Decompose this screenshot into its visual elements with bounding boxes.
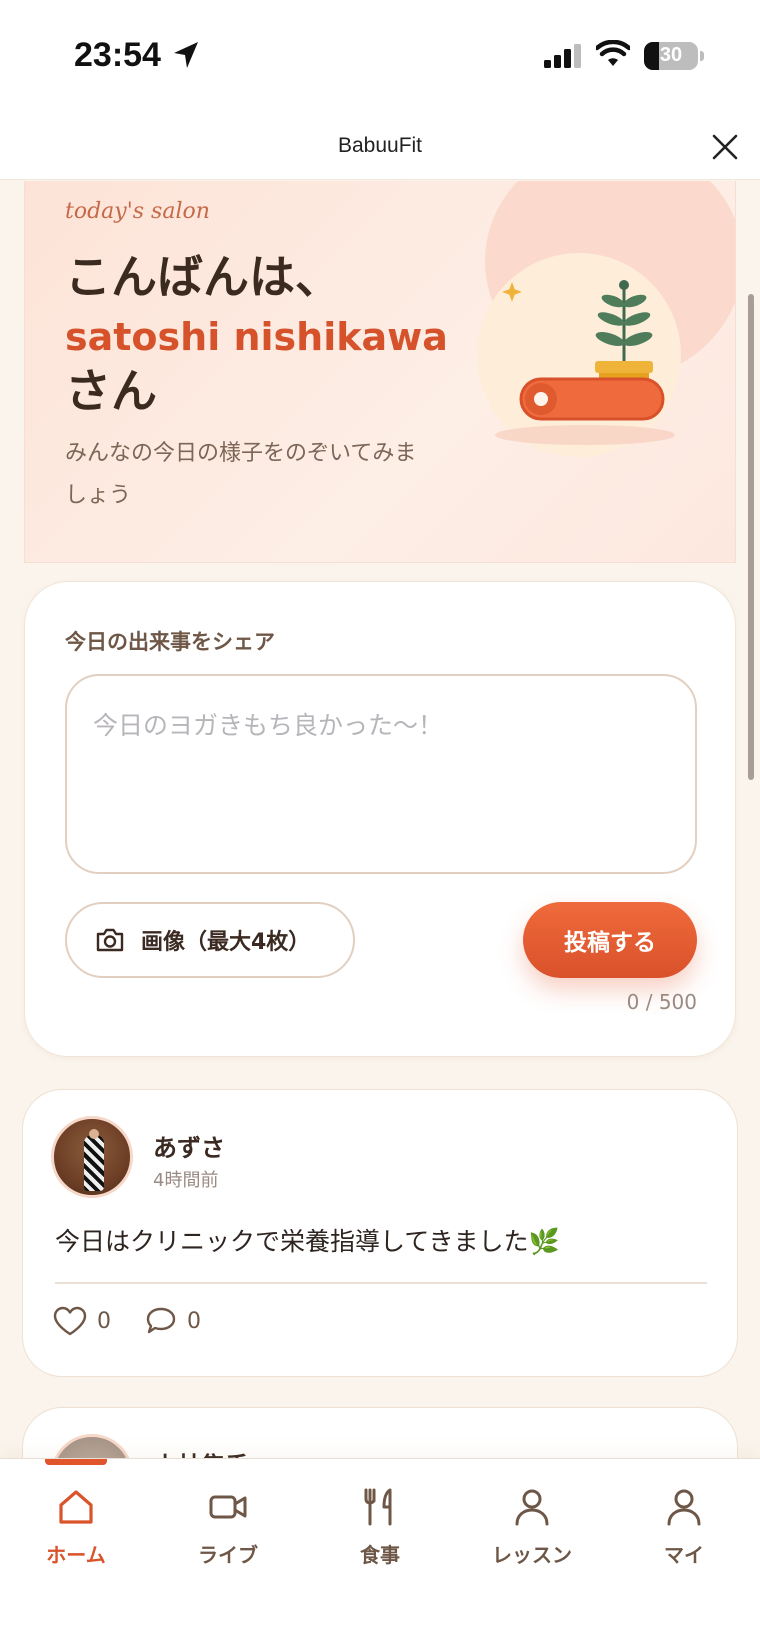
post-username[interactable]: あずさ <box>153 1128 225 1163</box>
like-button[interactable]: 0 <box>53 1306 111 1336</box>
hero-greeting: こんばんは、 <box>65 250 341 304</box>
compose-card: 今日の出来事をシェア 画像（最大4枚） 投稿する 0 / 500 <box>24 581 736 1057</box>
app-title: BabuuFit <box>337 134 423 157</box>
comment-icon <box>146 1307 176 1334</box>
char-count: 0 / 500 <box>626 990 697 1014</box>
tab-lessons[interactable]: レッスン <box>456 1485 608 1585</box>
hero-banner: today's salon こんばんは、 satoshi nishikawa さ… <box>24 181 736 563</box>
active-tab-indicator <box>45 1459 107 1465</box>
yoga-mat-plant-illustration <box>495 280 675 445</box>
tab-label: マイ <box>664 1543 704 1567</box>
tab-label: ライブ <box>198 1543 258 1567</box>
comment-button[interactable]: 0 <box>145 1306 201 1336</box>
location-arrow-icon <box>174 42 198 68</box>
home-icon <box>59 1490 93 1524</box>
video-icon <box>209 1495 247 1519</box>
bottom-tab-bar: ホーム ライブ 食事 レッスン マイ <box>0 1458 760 1648</box>
status-time: 23:54 <box>74 36 161 74</box>
wifi-icon <box>596 40 630 66</box>
avatar-head <box>89 1129 99 1139</box>
comment-count: 0 <box>187 1308 201 1334</box>
battery-icon: 30 <box>644 42 698 70</box>
tab-label: ホーム <box>46 1543 106 1567</box>
person-icon <box>667 1489 701 1526</box>
tab-live[interactable]: ライブ <box>152 1485 304 1585</box>
post-button[interactable]: 投稿する <box>523 902 697 978</box>
tab-label: 食事 <box>360 1543 400 1567</box>
status-bar: 23:54 30 <box>0 0 760 112</box>
hero-honorific: さん <box>65 364 157 418</box>
add-image-button[interactable]: 画像（最大4枚） <box>65 902 355 978</box>
post-card: あずさ 4時間前 今日はクリニックで栄養指導してきました🌿 0 0 <box>22 1089 738 1377</box>
post-timestamp: 4時間前 <box>153 1170 219 1191</box>
post-body: 今日はクリニックで栄養指導してきました🌿 <box>55 1227 560 1256</box>
signal-icon <box>544 44 581 68</box>
app-header: BabuuFit <box>0 112 760 180</box>
compose-label: 今日の出来事をシェア <box>65 630 275 654</box>
person-icon <box>515 1489 549 1526</box>
close-icon[interactable] <box>708 130 742 164</box>
hero-tagline: today's salon <box>65 199 210 224</box>
heart-icon <box>53 1306 87 1336</box>
scrollbar[interactable] <box>748 294 754 780</box>
avatar-figure <box>84 1135 104 1191</box>
battery-level: 30 <box>659 44 683 66</box>
compose-textarea[interactable] <box>65 674 697 874</box>
battery-tip <box>700 51 704 61</box>
like-count: 0 <box>97 1308 111 1334</box>
tab-meals[interactable]: 食事 <box>304 1485 456 1585</box>
hero-user-name: satoshi nishikawa <box>65 315 448 359</box>
camera-icon <box>96 928 124 952</box>
tab-label: レッスン <box>492 1543 572 1567</box>
post-divider <box>55 1282 707 1284</box>
add-image-label: 画像（最大4枚） <box>141 930 311 955</box>
tab-my[interactable]: マイ <box>608 1485 760 1585</box>
cutlery-icon <box>364 1488 392 1526</box>
tab-home[interactable]: ホーム <box>0 1485 152 1585</box>
hero-subtitle: みんなの今日の様子をのぞいてみましょう <box>65 441 417 508</box>
avatar[interactable] <box>51 1116 133 1198</box>
